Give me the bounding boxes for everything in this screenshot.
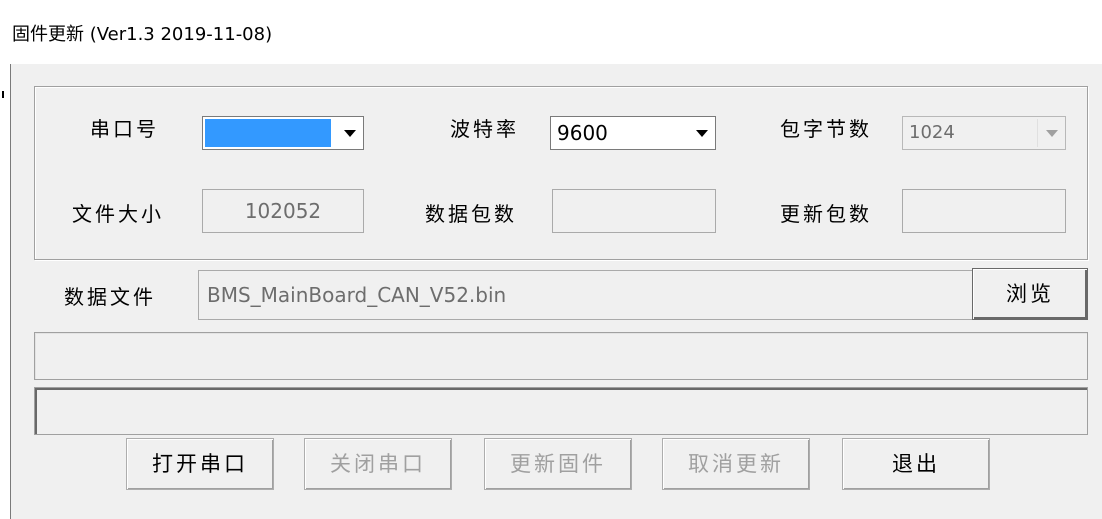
close-port-button[interactable]: 关闭串口 [304,438,452,490]
packet-bytes-value: 1024 [909,122,955,143]
file-path-field[interactable]: BMS_MainBoard_CAN_V52.bin [198,270,974,320]
cancel-update-button[interactable]: 取消更新 [662,438,810,490]
update-packets-label: 更新包数 [780,202,872,226]
port-selection-highlight [205,119,331,147]
progress-bar-primary [34,332,1088,380]
browse-button[interactable]: 浏览 [972,268,1088,320]
window-title: 固件更新 (Ver1.3 2019-11-08) [12,24,273,45]
chevron-down-icon[interactable] [687,119,713,147]
baud-rate-label: 波特率 [450,117,519,141]
packet-bytes-label: 包字节数 [780,117,872,141]
chevron-down-icon[interactable] [335,119,361,147]
title-bar: 固件更新 (Ver1.3 2019-11-08) [0,0,1102,64]
data-packets-label: 数据包数 [425,202,517,226]
update-packets-field [902,189,1066,233]
window-left-border [10,64,11,519]
port-label: 串口号 [90,117,159,141]
exit-button[interactable]: 退出 [842,438,990,490]
baud-rate-value: 9600 [557,121,608,145]
port-combobox[interactable] [202,116,364,150]
update-firmware-button[interactable]: 更新固件 [484,438,632,490]
file-path-value: BMS_MainBoard_CAN_V52.bin [207,283,507,307]
packet-bytes-combobox[interactable]: 1024 [902,116,1066,150]
file-size-label: 文件大小 [72,202,164,226]
open-port-button[interactable]: 打开串口 [126,438,274,490]
file-size-field: 102052 [202,189,364,233]
chevron-down-icon[interactable] [1037,119,1063,147]
file-size-value: 102052 [244,199,322,223]
baud-rate-combobox[interactable]: 9600 [550,116,716,150]
settings-group-box [34,86,1088,260]
data-packets-field [552,189,716,233]
progress-bar-secondary [34,387,1088,435]
edge-mark [2,91,4,98]
data-file-label: 数据文件 [64,285,156,309]
